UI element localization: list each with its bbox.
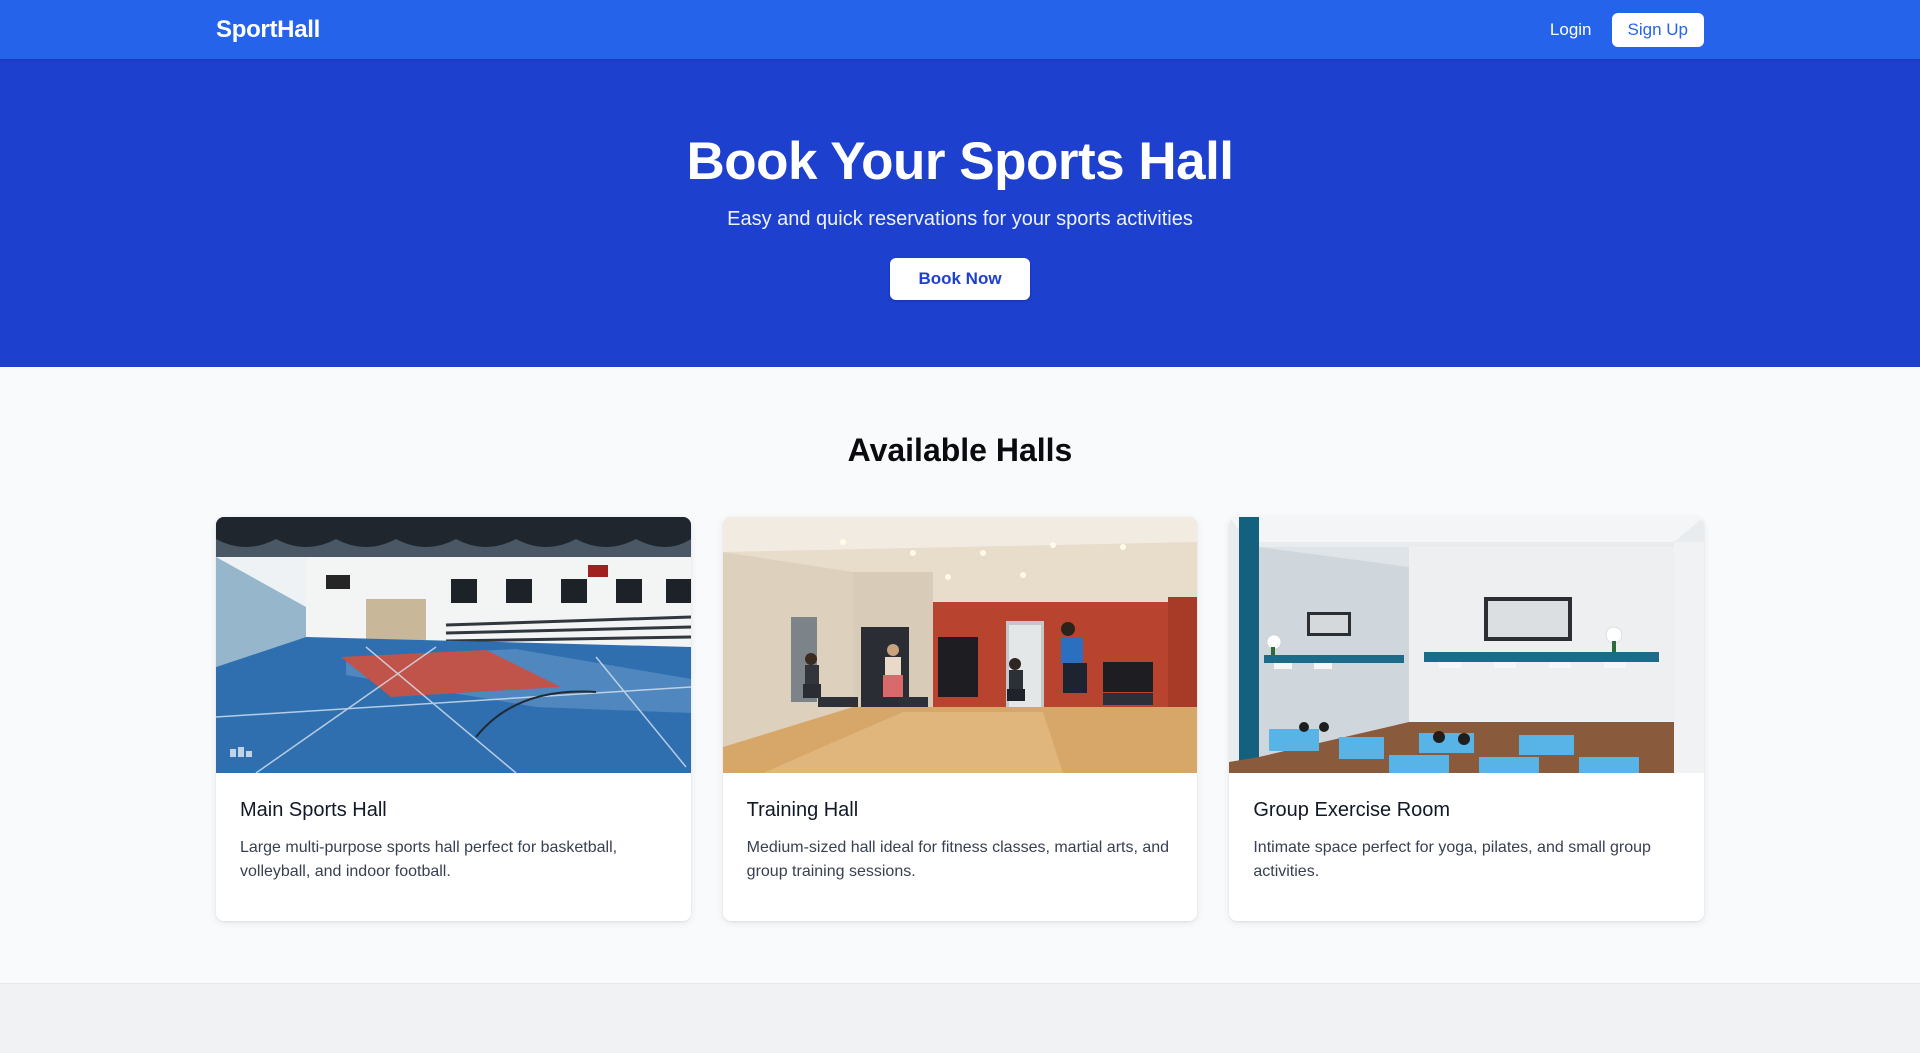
navbar-inner: SportHall Login Sign Up: [216, 0, 1704, 59]
halls-section: Available Halls Main Sports Hall Large m…: [0, 367, 1920, 983]
navbar: SportHall Login Sign Up: [0, 0, 1920, 59]
hero-title: Book Your Sports Hall: [686, 132, 1234, 191]
login-link[interactable]: Login: [1550, 20, 1592, 40]
hero-subtitle: Easy and quick reservations for your spo…: [727, 208, 1193, 230]
training-hall-image: [722, 517, 1198, 773]
card-body: Main Sports Hall Large multi-purpose spo…: [216, 773, 691, 884]
hall-card-main-sports-hall[interactable]: Main Sports Hall Large multi-purpose spo…: [216, 517, 691, 921]
group-exercise-room-image: [1229, 517, 1705, 773]
brand-logo[interactable]: SportHall: [216, 16, 320, 44]
card-title: Training Hall: [746, 799, 859, 821]
hall-card-training-hall[interactable]: Training Hall Medium-sized hall ideal fo…: [722, 517, 1198, 921]
card-body: Training Hall Medium-sized hall ideal fo…: [723, 773, 1198, 884]
card-body: Group Exercise Room Intimate space perfe…: [1229, 773, 1704, 884]
book-now-button[interactable]: Book Now: [890, 258, 1030, 300]
card-description: Medium-sized hall ideal for fitness clas…: [746, 839, 1170, 880]
hero-section: Book Your Sports Hall Easy and quick res…: [0, 59, 1920, 367]
footer: [0, 983, 1920, 1053]
card-description: Intimate space perfect for yoga, pilates…: [1253, 839, 1651, 880]
main-sports-hall-image: [216, 517, 691, 773]
section-title: Available Halls: [847, 432, 1073, 468]
card-description: Large multi-purpose sports hall perfect …: [240, 839, 618, 880]
card-title: Group Exercise Room: [1253, 799, 1451, 821]
hall-cards: Main Sports Hall Large multi-purpose spo…: [216, 517, 1705, 921]
card-title: Main Sports Hall: [240, 799, 387, 821]
signup-button[interactable]: Sign Up: [1611, 12, 1704, 47]
nav-actions: Login Sign Up: [1550, 12, 1704, 47]
hall-card-group-exercise-room[interactable]: Group Exercise Room Intimate space perfe…: [1229, 517, 1705, 921]
